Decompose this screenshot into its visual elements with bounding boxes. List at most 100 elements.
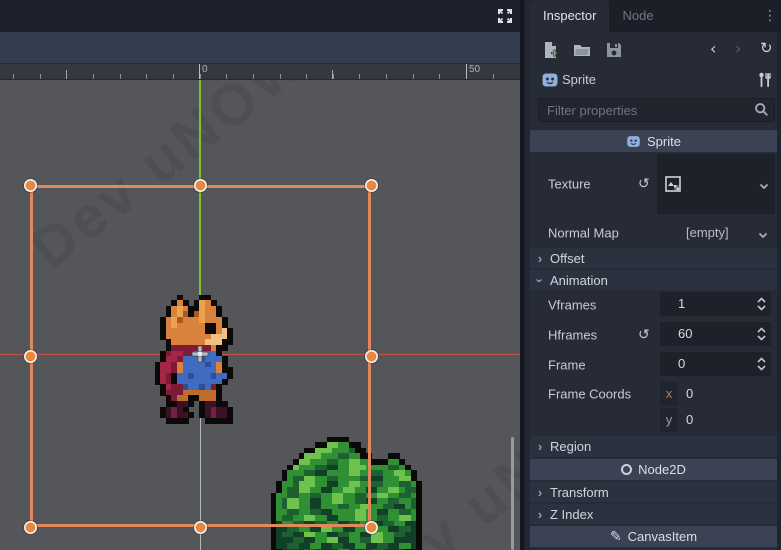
ruler-tick xyxy=(173,74,174,79)
chevron-down-icon: › xyxy=(532,277,548,283)
history-forward-icon[interactable]: › xyxy=(735,39,741,58)
ruler-tick xyxy=(439,74,440,79)
object-name: Sprite xyxy=(562,72,596,87)
canvas-toolbar xyxy=(0,32,520,64)
tab-inspector[interactable]: Inspector xyxy=(530,0,610,32)
ruler-tick xyxy=(93,74,94,79)
godot-editor: 0 50 Dev uNOW Dev uNOW Inspector xyxy=(0,0,781,550)
ruler-tick xyxy=(280,74,281,79)
ruler-tick xyxy=(332,70,333,79)
property-label: Texture xyxy=(548,176,591,192)
property-vframes: Vframes 1 xyxy=(530,292,777,318)
property-frame-coords-y: y 0 xyxy=(530,408,777,432)
spinner-icon[interactable] xyxy=(756,355,767,373)
inspector-toolbar: ‹ › ↻ xyxy=(530,37,777,63)
filter-properties-input[interactable] xyxy=(538,98,775,122)
category-node2d[interactable]: Node2D xyxy=(530,459,777,480)
section-label: Transform xyxy=(550,484,609,500)
hframes-spinbox[interactable]: 60 xyxy=(660,322,771,346)
vframes-value: 1 xyxy=(678,296,686,311)
normal-map-value[interactable]: [empty] xyxy=(686,225,729,240)
inspector-tabbar: Inspector Node ⋮ xyxy=(530,0,781,32)
ruler-label: 50 xyxy=(469,64,481,75)
ruler-tick xyxy=(199,64,200,79)
ruler-tick xyxy=(200,74,201,79)
ruler-label: 0 xyxy=(202,64,208,75)
category-canvasitem[interactable]: ✎ CanvasItem xyxy=(530,526,777,547)
revert-icon[interactable]: ↺ xyxy=(638,327,650,343)
category-label: CanvasItem xyxy=(627,529,698,544)
selection-handle[interactable] xyxy=(23,520,37,534)
ruler-tick xyxy=(306,74,307,79)
viewport-2d: 0 50 Dev uNOW Dev uNOW xyxy=(0,0,520,550)
ruler-tick xyxy=(333,74,334,79)
revert-icon[interactable]: ↺ xyxy=(638,176,650,192)
tab-node[interactable]: Node xyxy=(609,0,666,32)
spinner-icon[interactable] xyxy=(756,295,767,313)
property-hframes: Hframes ↺ 60 xyxy=(530,322,777,348)
selection-handle[interactable] xyxy=(23,178,37,192)
chevron-down-icon[interactable] xyxy=(758,179,770,191)
section-label: Animation xyxy=(550,272,608,288)
chevron-right-icon: › xyxy=(537,484,543,500)
chevron-right-icon: › xyxy=(537,506,543,522)
history-back-icon[interactable]: ‹ xyxy=(710,39,716,58)
property-label: Vframes xyxy=(548,297,597,313)
property-normal-map: Normal Map [empty] xyxy=(530,220,777,246)
chevron-right-icon: › xyxy=(537,439,543,454)
sprite-node-icon xyxy=(541,71,559,89)
ruler-tick xyxy=(253,74,254,79)
ruler-tick xyxy=(466,64,467,79)
ruler-tick xyxy=(66,70,67,79)
viewport-scrollbar[interactable] xyxy=(511,437,514,550)
section-animation[interactable]: › Animation xyxy=(530,270,777,290)
chevron-right-icon: › xyxy=(537,250,543,266)
property-label: Frame xyxy=(548,357,586,373)
panel-divider[interactable] xyxy=(520,0,530,550)
horizontal-ruler: 0 50 xyxy=(0,64,520,80)
object-row: Sprite xyxy=(530,68,777,94)
tab-menu-icon[interactable]: ⋮ xyxy=(763,8,777,24)
selection-handle[interactable] xyxy=(194,520,207,534)
ruler-tick xyxy=(386,74,387,79)
section-label: Region xyxy=(550,439,592,454)
category-label: Sprite xyxy=(647,133,681,149)
property-label: Hframes xyxy=(548,327,598,343)
vframes-spinbox[interactable]: 1 xyxy=(660,292,771,316)
new-resource-icon[interactable] xyxy=(541,41,559,59)
selection-handle[interactable] xyxy=(364,349,378,363)
canvas-2d[interactable]: Dev uNOW Dev uNOW xyxy=(0,80,520,550)
category-sprite[interactable]: Sprite xyxy=(530,130,777,152)
object-history-icon[interactable]: ↻ xyxy=(760,39,773,57)
property-label: Normal Map xyxy=(548,225,619,241)
section-z-index[interactable]: › Z Index xyxy=(530,504,777,524)
ruler-tick xyxy=(226,74,227,79)
frame-value: 0 xyxy=(678,356,686,371)
inspector-scrollbar[interactable] xyxy=(777,32,781,550)
selection-handle[interactable] xyxy=(23,349,37,363)
chevron-down-icon[interactable] xyxy=(757,228,769,240)
section-region[interactable]: › Region xyxy=(530,436,777,457)
section-offset[interactable]: › Offset xyxy=(530,248,777,268)
ruler-tick xyxy=(359,74,360,79)
position-gizmo[interactable] xyxy=(191,345,209,363)
property-label: Frame Coords xyxy=(548,386,632,402)
property-texture: Texture ↺ xyxy=(530,152,777,216)
section-transform[interactable]: › Transform xyxy=(530,482,777,502)
object-tools-icon[interactable] xyxy=(758,71,772,89)
texture-value-cell[interactable] xyxy=(657,154,775,214)
frame-coords-y-value[interactable]: 0 xyxy=(686,412,693,427)
selection-handle[interactable] xyxy=(364,178,378,192)
ruler-tick xyxy=(413,74,414,79)
load-resource-icon[interactable] xyxy=(573,41,591,59)
frame-spinbox[interactable]: 0 xyxy=(660,352,771,376)
selection-handle[interactable] xyxy=(194,178,207,192)
editor-topbar xyxy=(0,0,520,32)
expand-viewport-icon[interactable] xyxy=(496,7,514,25)
inspector-panel: Inspector Node ⋮ ‹ › ↻ Sprite Filter pro… xyxy=(530,0,781,550)
spinner-icon[interactable] xyxy=(756,325,767,343)
save-resource-icon[interactable] xyxy=(605,41,623,59)
selection-handle[interactable] xyxy=(364,520,378,534)
ruler-tick xyxy=(493,74,494,79)
frame-coords-x-value[interactable]: 0 xyxy=(686,386,693,401)
